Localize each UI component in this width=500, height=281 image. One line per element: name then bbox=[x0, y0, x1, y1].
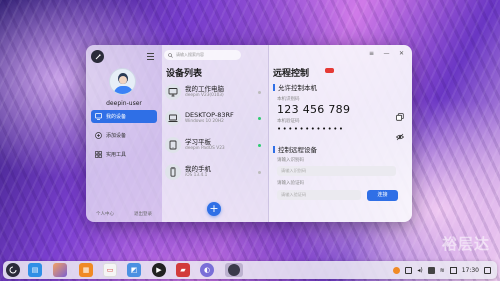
logout-link[interactable]: 退出登录 bbox=[134, 211, 152, 217]
search-input[interactable]: 请输入搜索内容 bbox=[164, 50, 241, 60]
app-store-icon[interactable]: ▦ bbox=[79, 263, 93, 277]
menu-icon[interactable]: ≡ bbox=[367, 50, 376, 57]
wifi-icon[interactable]: ≋ bbox=[440, 267, 445, 274]
close-icon[interactable]: ✕ bbox=[397, 50, 406, 57]
status-dot bbox=[258, 116, 261, 120]
add-device-button[interactable]: + bbox=[207, 202, 221, 216]
avatar[interactable] bbox=[109, 68, 136, 95]
volume-icon[interactable]: ◂) bbox=[417, 267, 422, 274]
device-item[interactable]: DESKTOP-83RF Windows 10 20H2 bbox=[165, 107, 265, 129]
device-os: Windows 10 20H2 bbox=[185, 119, 224, 124]
status-dot bbox=[258, 90, 261, 94]
desktop-icon bbox=[165, 84, 181, 100]
remote-control-pane: ≡ — ✕ 远程控制 允许控制本机 本机识别码 123 456 789 本机验证… bbox=[269, 45, 412, 222]
status-dot bbox=[258, 143, 261, 147]
tools-icon[interactable]: ▰ bbox=[176, 263, 190, 277]
search-icon bbox=[168, 52, 173, 58]
minimize-icon[interactable]: — bbox=[382, 50, 391, 57]
remote-id-input[interactable]: 请输入识别码 bbox=[277, 166, 396, 176]
system-tray: ◂) ≋ 17:30 bbox=[393, 261, 491, 279]
sidebar-nav: 我的设备 添加设备 实用工具 bbox=[91, 110, 157, 167]
remote-pwd-input[interactable]: 请输入验证码 bbox=[277, 190, 361, 200]
local-pwd-label: 本机验证码 bbox=[277, 119, 300, 124]
sidebar-footer: 个人中心 退出登录 bbox=[86, 211, 162, 217]
browser-icon[interactable]: ◐ bbox=[200, 263, 214, 277]
grid-icon bbox=[95, 151, 102, 158]
local-pwd-value: •••••••••••• bbox=[277, 125, 345, 133]
app-logo-icon bbox=[91, 50, 104, 63]
plus-circle-icon bbox=[95, 132, 102, 139]
device-name: 我的手机 bbox=[185, 165, 211, 173]
phone-icon bbox=[165, 164, 181, 180]
music-icon[interactable]: ▶ bbox=[152, 263, 166, 277]
laptop-icon bbox=[165, 110, 181, 126]
remote-control-title: 远程控制 bbox=[273, 69, 310, 79]
control-remote-section: 控制远程设备 bbox=[273, 144, 317, 154]
device-os: deepin PadOS V23 bbox=[185, 146, 225, 151]
tablet-icon bbox=[165, 137, 181, 153]
device-item[interactable]: 我的手机 iOS 13.4.1 bbox=[165, 161, 265, 183]
device-name: 学习平板 bbox=[185, 138, 211, 146]
local-id-value: 123 456 789 bbox=[277, 103, 351, 116]
remote-pwd-label: 请输入验证码 bbox=[277, 181, 304, 186]
eye-icon[interactable] bbox=[395, 126, 405, 141]
personal-center-link[interactable]: 个人中心 bbox=[96, 211, 114, 217]
file-manager-icon[interactable]: ▤ bbox=[28, 263, 42, 277]
new-badge bbox=[325, 68, 334, 73]
sidebar-item-label: 实用工具 bbox=[106, 152, 127, 158]
taskbar: ▤ ▦ ▭ ◩ ▶ ▰ ◐ ◂) ≋ 17:30 bbox=[3, 261, 497, 279]
device-name: 我的工作电脑 bbox=[185, 85, 224, 93]
device-os: iOS 13.4.1 bbox=[185, 173, 208, 178]
remote-id-label: 请输入识别码 bbox=[277, 158, 304, 163]
device-item[interactable]: 学习平板 deepin PadOS V23 bbox=[165, 134, 265, 156]
sidebar: deepin-user 我的设备 添加设备 实用工具 个人中心 退出登录 bbox=[86, 45, 162, 222]
monitor-icon bbox=[95, 113, 102, 120]
sidebar-item-label: 添加设备 bbox=[106, 133, 127, 139]
clock-text[interactable]: 17:30 bbox=[462, 267, 479, 274]
remote-control-icon[interactable] bbox=[225, 263, 243, 277]
connect-button[interactable]: 连接 bbox=[367, 190, 398, 201]
display-icon[interactable] bbox=[405, 266, 413, 274]
device-item[interactable]: 我的工作电脑 deepin V23(0103) bbox=[165, 81, 265, 103]
calendar-icon[interactable]: ▭ bbox=[103, 263, 117, 277]
device-list-title: 设备列表 bbox=[166, 69, 203, 79]
device-list-pane: 设备列表 我的工作电脑 deepin V23(0103) DESKTOP-83R… bbox=[162, 45, 269, 222]
local-id-label: 本机识别码 bbox=[277, 97, 300, 102]
username: deepin-user bbox=[106, 100, 142, 107]
sidebar-item-add-device[interactable]: 添加设备 bbox=[91, 129, 157, 142]
menu-button[interactable] bbox=[145, 51, 156, 61]
remote-control-window: deepin-user 我的设备 添加设备 实用工具 个人中心 退出登录 设备列… bbox=[86, 45, 412, 222]
usb-icon[interactable] bbox=[427, 266, 435, 274]
battery-icon[interactable] bbox=[449, 266, 457, 274]
copy-icon[interactable] bbox=[396, 106, 404, 121]
sidebar-item-tools[interactable]: 实用工具 bbox=[91, 148, 157, 161]
device-os: deepin V23(0103) bbox=[185, 93, 224, 98]
window-controls: ≡ — ✕ bbox=[367, 50, 406, 57]
gallery-icon[interactable] bbox=[53, 263, 67, 277]
show-desktop-icon[interactable] bbox=[484, 266, 491, 274]
watermark-text: 裕层达 bbox=[441, 235, 490, 253]
allow-control-section: 允许控制本机 bbox=[273, 82, 317, 92]
sidebar-item-label: 我的设备 bbox=[106, 114, 127, 120]
sidebar-item-my-devices[interactable]: 我的设备 bbox=[91, 110, 157, 123]
launcher-icon[interactable] bbox=[6, 263, 20, 277]
screenshot-icon[interactable]: ◩ bbox=[127, 263, 141, 277]
status-dot bbox=[258, 170, 261, 174]
device-name: DESKTOP-83RF bbox=[185, 111, 234, 119]
notification-icon[interactable] bbox=[393, 266, 401, 274]
